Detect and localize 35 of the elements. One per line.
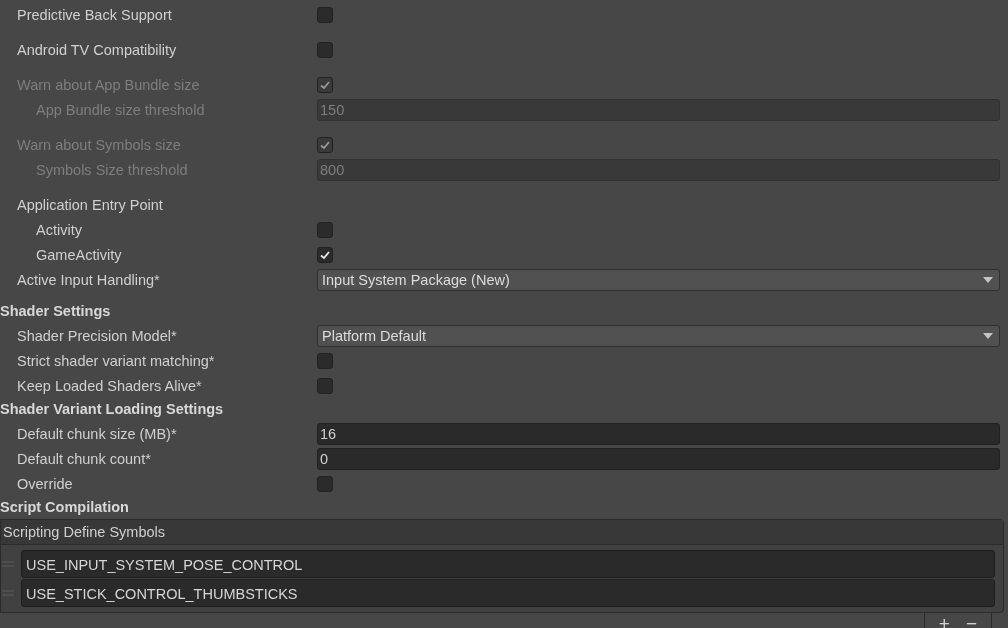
field-label: Default chunk size (MB)* [16, 425, 178, 442]
field-label: Android TV Compatibility [16, 41, 178, 58]
caret-icon [983, 332, 993, 339]
drag-handle-icon[interactable] [2, 560, 14, 567]
field-label: Default chunk count* [16, 450, 152, 467]
text-field[interactable]: USE_INPUT_SYSTEM_POSE_CONTROL [21, 549, 995, 578]
field-label: Strict shader variant matching* [16, 352, 216, 369]
checkbox[interactable] [317, 475, 333, 492]
number-field[interactable]: 0 [317, 447, 1000, 470]
add-button[interactable]: + [934, 613, 954, 628]
drag-handle-icon[interactable] [2, 589, 14, 596]
text-field[interactable]: USE_STICK_CONTROL_THUMBSTICKS [21, 578, 995, 607]
section-header: Script Compilation [0, 498, 130, 517]
dropdown[interactable]: Input System Package (New) [317, 268, 1000, 291]
section-header: Shader Settings [0, 302, 112, 321]
checkbox[interactable] [317, 6, 333, 23]
field-label: Predictive Back Support [16, 6, 173, 23]
dropdown[interactable]: Platform Default [317, 324, 1000, 347]
field-label: Application Entry Point [16, 196, 164, 213]
checkbox[interactable] [317, 352, 333, 369]
checkbox[interactable] [317, 41, 333, 58]
field-label: Shader Precision Model* [16, 327, 178, 344]
number-field[interactable]: 16 [317, 422, 1000, 445]
remove-button[interactable]: − [961, 613, 981, 628]
list-header: Scripting Define Symbols [1, 520, 1003, 545]
field-label: Keep Loaded Shaders Alive* [16, 377, 203, 394]
checkbox[interactable] [317, 377, 333, 394]
field-label: Active Input Handling* [16, 271, 161, 288]
field-label: GameActivity [35, 246, 123, 263]
field-label: Override [16, 475, 74, 492]
checkbox[interactable] [317, 221, 333, 238]
caret-icon [983, 276, 993, 283]
field-label: Activity [35, 221, 83, 238]
section-header: Shader Variant Loading Settings [0, 400, 225, 419]
checkbox[interactable] [317, 246, 333, 263]
